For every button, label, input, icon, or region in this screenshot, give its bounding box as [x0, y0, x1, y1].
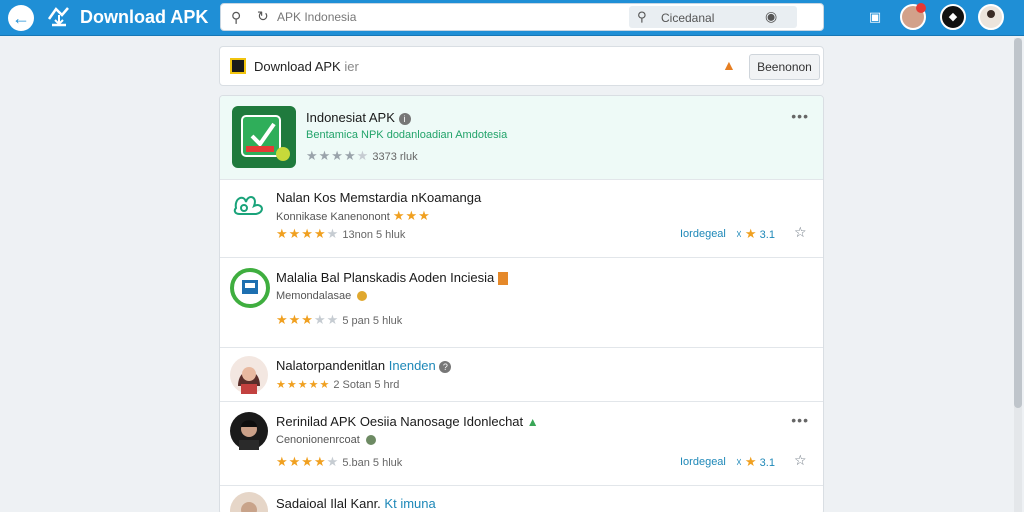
mic-icon[interactable]: ◉ [765, 8, 777, 25]
app-name[interactable]: Malalia Bal Planskadis Aoden Inciesia [276, 270, 508, 286]
app-name[interactable]: Sadaioal Ilal Kanr. Kt imuna [276, 496, 436, 511]
badge-icon [365, 435, 376, 446]
scrollbar-thumb[interactable] [1014, 38, 1022, 408]
notification-icon[interactable]: ▣ [862, 4, 888, 30]
app-subtitle-text: Cenonionenrcoat [276, 434, 360, 446]
app-icon [230, 268, 270, 308]
featured-app-name-text: Indonesiat APK [306, 110, 395, 125]
info-icon[interactable]: i [398, 112, 411, 125]
search-icon: ⚲ [637, 9, 647, 24]
app-subtitle: Memondalasae [276, 290, 368, 302]
page-title-suffix: ier [344, 59, 359, 74]
secondary-search-text: Cicedanal [661, 11, 715, 25]
back-arrow-icon[interactable]: ← [8, 5, 34, 31]
small-rating: ☓ ★ 3.1 [736, 454, 775, 469]
page-title: Download APK ier [254, 59, 359, 74]
rating-count: 5.ban 5 hluk [342, 457, 403, 469]
app-list: Indonesiat APK i Bentamica NPK dodanload… [219, 95, 824, 512]
app-name[interactable]: Nalatorpandenitlan Inenden ? [276, 358, 452, 373]
profile-avatar[interactable] [978, 4, 1004, 30]
page-header-card: Download APK ier ▲ Beenonon [219, 46, 824, 86]
app-icon [232, 106, 296, 168]
badge-icon [357, 291, 368, 302]
rating-count: 3373 rluk [372, 151, 418, 163]
app-subtitle-text: Memondalasae [276, 290, 352, 302]
apk-badge-icon [230, 58, 246, 74]
app-name-text: Malalia Bal Planskadis Aoden Inciesia [276, 270, 495, 285]
rating-stars: ★★★★★ [276, 379, 331, 391]
featured-app-rating: ★★★★★ 3373 rluk [306, 148, 418, 164]
app-icon [233, 196, 263, 215]
app-name[interactable]: Rerinilad APK Oesiia Nanosage Idonlechat… [276, 414, 539, 429]
more-options-icon[interactable]: ••• [791, 108, 809, 124]
rating-stars: ★★★★★ [276, 454, 340, 469]
app-name[interactable]: Nalan Kos Memstardia nKoamanga [276, 190, 481, 205]
list-item[interactable]: Nalan Kos Memstardia nKoamanga Konnikase… [220, 180, 823, 258]
featured-app-subtitle: Bentamica NPK dodanloadian Amdotesia [306, 129, 508, 141]
rating-count: 5 pan 5 hluk [342, 315, 403, 327]
star-outline-icon[interactable]: ☆ [794, 452, 807, 469]
rating-count: 13non 5 hluk [342, 229, 406, 241]
rating-stars: ★★★★★ [306, 148, 370, 163]
app-rating: ★★★★★ 5 pan 5 hluk [276, 312, 402, 328]
list-item[interactable]: Sadaioal Ilal Kanr. Kt imuna [220, 486, 823, 512]
app-title: Download APK [80, 7, 209, 27]
flag-icon [497, 272, 508, 286]
app-name-highlight: Inenden [388, 358, 436, 373]
list-item[interactable]: Malalia Bal Planskadis Aoden Inciesia Me… [220, 258, 823, 348]
help-icon[interactable]: ? [439, 360, 452, 373]
app-name-text: Sadaioal Ilal Kanr. [276, 496, 381, 511]
star-outline-icon[interactable]: ☆ [794, 224, 807, 241]
category-tag[interactable]: Iordegeal [680, 228, 726, 240]
app-subtitle: Cenonionenrcoat [276, 434, 376, 446]
search-input[interactable]: APK Indonesia [277, 10, 356, 24]
small-rating-value: 3.1 [759, 457, 775, 469]
thumbs-up-icon: ▲ [526, 415, 539, 429]
small-rating-value: 3.1 [759, 229, 775, 241]
avatar [230, 412, 268, 450]
app-name-text: Rerinilad APK Oesiia Nanosage Idonlechat [276, 414, 524, 429]
rating-stars: ★★★ [392, 208, 431, 223]
search-bar[interactable]: ⚲ ↻ APK Indonesia ⚲ Cicedanal ◉ [220, 3, 824, 31]
rating-count: 2 Sotan 5 hrd [333, 379, 400, 391]
category-tag[interactable]: Iordegeal [680, 456, 726, 468]
featured-app-row[interactable]: Indonesiat APK i Bentamica NPK dodanload… [220, 96, 823, 180]
list-item[interactable]: Rerinilad APK Oesiia Nanosage Idonlechat… [220, 402, 823, 486]
share-icon[interactable]: ☓ [736, 229, 742, 241]
share-icon[interactable]: ☓ [736, 457, 742, 469]
more-options-icon[interactable]: ••• [791, 412, 809, 428]
search-icon[interactable]: ⚲ [231, 9, 241, 26]
app-name-text: Nalatorpandenitlan [276, 358, 386, 373]
rating-stars: ★★★★★ [276, 226, 340, 241]
page-title-text: Download APK [254, 59, 341, 74]
theme-toggle-icon[interactable]: ◆ [940, 4, 966, 30]
rating-stars: ★★★★★ [276, 312, 340, 327]
small-rating: ☓ ★ 3.1 [736, 226, 775, 241]
app-rating: ★★★★★ 13non 5 hluk [276, 226, 405, 242]
header-action-button[interactable]: Beenonon [749, 54, 820, 80]
top-app-bar: ← Download APK ⚲ ↻ APK Indonesia ⚲ Ciced… [0, 0, 1024, 36]
list-item[interactable]: Nalatorpandenitlan Inenden ? ★★★★★ 2 Sot… [220, 348, 823, 402]
featured-app-name[interactable]: Indonesiat APK i [306, 110, 411, 125]
app-rating: ★★★★★ 5.ban 5 hluk [276, 454, 402, 470]
app-name-highlight: Kt imuna [384, 496, 436, 511]
warning-icon[interactable]: ▲ [722, 57, 736, 73]
app-subtitle: Konnikase Kanenonont ★★★ [276, 208, 431, 224]
app-logo-icon [47, 7, 69, 27]
notification-badge [916, 3, 926, 13]
refresh-icon[interactable]: ↻ [257, 8, 269, 25]
page-scrollbar[interactable] [1014, 38, 1022, 512]
avatar [230, 492, 268, 512]
app-subtitle-text: Konnikase Kanenonont [276, 211, 390, 223]
app-rating: ★★★★★ 2 Sotan 5 hrd [276, 378, 399, 391]
avatar [230, 356, 268, 394]
